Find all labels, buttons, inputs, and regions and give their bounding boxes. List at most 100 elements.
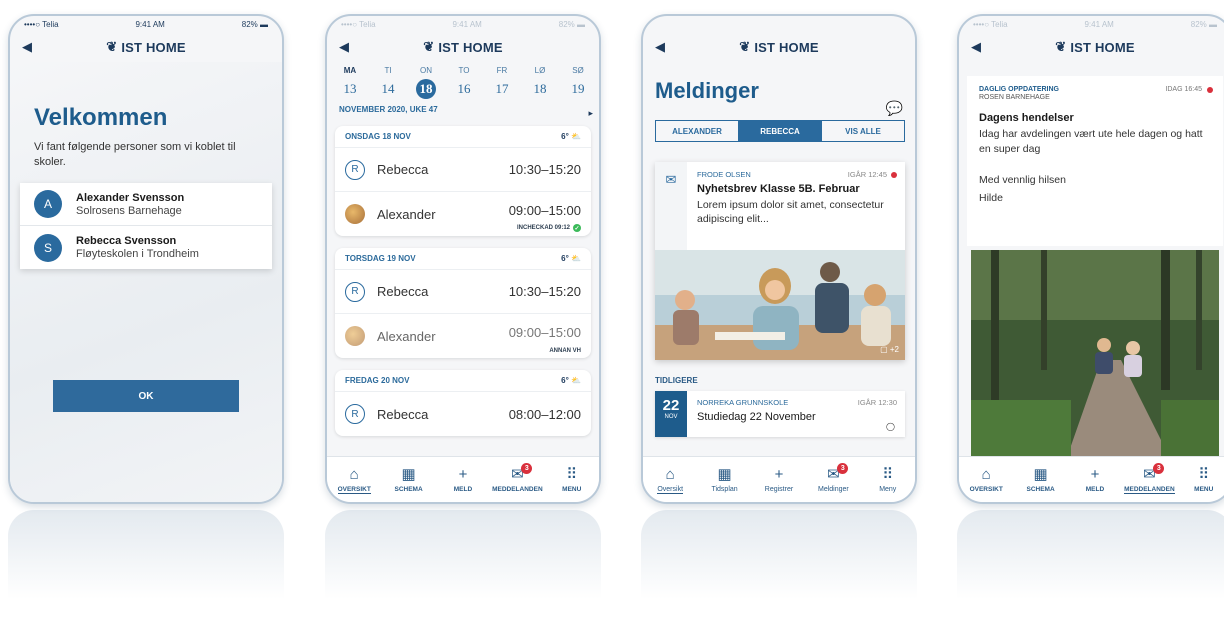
back-arrow-icon[interactable]: ◀ [655, 39, 665, 55]
tab-schedule[interactable]: ▦ SCHEMA [383, 466, 435, 493]
child-filter-segmented-control: ALEXANDER REBECCA VIS ALLE [655, 120, 905, 142]
tab-overview[interactable]: ⌂ OVERSIKT [328, 466, 380, 494]
phone-messages-screen: ◀ ❦ IST HOME Meldinger 💬 ALEXANDER REBECC… [641, 14, 917, 504]
unread-dot [891, 171, 897, 178]
message-title: Studiedag 22 November [697, 411, 816, 423]
week-day-picker: MA 13 TI 14 ON 18 TO 16 FR 17 LØ 18 SØ 19 [327, 66, 599, 99]
tab-messages[interactable]: ✉ 3 MEDDELANDEN [1123, 462, 1175, 494]
day-card-header: FREDAG 20 NOV 6° ⛅ [335, 370, 591, 392]
avatar [345, 326, 365, 346]
avatar: R [345, 404, 365, 424]
clock: 9:41 AM [452, 19, 482, 29]
time-range: 09:00–15:00 [508, 324, 581, 340]
plus-icon: + [458, 466, 468, 483]
list-item-person[interactable]: S Rebecca Svensson Fløyteskolen i Trondh… [20, 226, 272, 269]
phone-reflection [957, 510, 1224, 615]
unread-dot [1207, 86, 1213, 93]
child-name: Alexander [377, 206, 436, 222]
message-preview: Lorem ipsum dolor sit amet, consectetur … [697, 199, 884, 225]
day-card-header: ONSDAG 18 NOV 6° ⛅ [335, 126, 591, 148]
day-wednesday[interactable]: ON 18 [415, 66, 437, 99]
day-friday[interactable]: FR 17 [491, 66, 513, 99]
update-greeting: Med vennlig hilsen [979, 174, 1066, 186]
update-type: DAGLIG OPPDATERING [979, 86, 1059, 93]
schedule-entry[interactable]: R Rebecca 08:00–12:00 [335, 392, 591, 436]
tab-schedule[interactable]: ▦ SCHEMA [1015, 466, 1067, 493]
message-list-item[interactable]: 22 NOV NORREKA GRUNNSKOLE IGÅR 12:30 Stu… [655, 391, 905, 437]
person-school: Fløyteskolen i Trondheim [76, 248, 199, 260]
weather-icon: 6° ⛅ [561, 132, 581, 141]
calendar-icon: ▦ [1033, 466, 1048, 483]
filter-alexander[interactable]: ALEXANDER [656, 121, 739, 141]
tab-menu[interactable]: ⠿ MENU [1178, 466, 1224, 493]
update-title: Dagens hendelser [979, 112, 1074, 124]
back-arrow-icon[interactable]: ◀ [22, 39, 32, 55]
tab-overview[interactable]: ⌂ OVERSIKT [960, 466, 1012, 493]
app-header: ◀ ❦ IST HOME [643, 32, 915, 62]
day-saturday[interactable]: LØ 18 [529, 66, 551, 99]
phone-schedule-screen: ••••○ Telia 9:41 AM 82% ▬ ◀ ❦ IST HOME MA… [325, 14, 601, 504]
schedule-entry[interactable]: Alexander 09:00–15:00 ANNAN VH [335, 314, 591, 358]
app-logo: ❦ IST HOME [106, 39, 186, 55]
app-header: ◀ ❦ IST HOME [10, 32, 282, 62]
logo-mark-icon: ❦ [423, 39, 435, 54]
day-sunday[interactable]: SØ 19 [567, 66, 589, 99]
logo-mark-icon: ❦ [739, 39, 751, 54]
person-list: A Alexander Svensson Solrosens Barnehage… [20, 183, 272, 269]
schedule-entry[interactable]: R Rebecca 10:30–15:20 [335, 148, 591, 192]
classroom-photo [655, 250, 905, 360]
carrier: ••••○ Telia [973, 19, 1008, 29]
ok-button[interactable]: OK [53, 380, 239, 412]
welcome-body: Velkommen Vi fant følgende personer som … [10, 62, 282, 502]
plus-icon: + [774, 466, 784, 483]
message-image[interactable]: ▢ +2 [655, 250, 905, 360]
absence-note: ANNAN VH [549, 348, 581, 354]
phone-reflection [641, 510, 917, 615]
time-range: 08:00–12:00 [508, 406, 581, 422]
update-text: Idag har avdelingen vært ute hele dagen … [979, 128, 1203, 155]
update-time: IDAG 16:45 [1165, 86, 1213, 93]
phone-reflection [8, 510, 284, 615]
update-photo[interactable] [971, 250, 1219, 460]
next-week-chevron-icon[interactable]: ▸ [588, 108, 593, 119]
tab-report[interactable]: + MELD [1069, 466, 1121, 493]
list-item-person[interactable]: A Alexander Svensson Solrosens Barnehage [20, 183, 272, 226]
day-thursday[interactable]: TO 16 [453, 66, 475, 99]
day-card: FREDAG 20 NOV 6° ⛅ R Rebecca 08:00–12:00 [335, 370, 591, 436]
day-tuesday[interactable]: TI 14 [377, 66, 399, 99]
person-name: Rebecca Svensson [76, 235, 177, 247]
time-range: 10:30–15:20 [508, 162, 581, 177]
tab-schedule[interactable]: ▦ Tidsplan [699, 466, 751, 493]
status-bar: ••••○ Telia 9:41 AM 82% ▬ [10, 16, 282, 32]
app-header: ◀ ❦ IST HOME [959, 32, 1224, 62]
weather-icon: 6° ⛅ [561, 376, 581, 385]
battery: 82% ▬ [241, 19, 268, 29]
selected-day: 18 [416, 79, 436, 99]
tab-overview[interactable]: ⌂ Oversikt [644, 466, 696, 494]
back-arrow-icon[interactable]: ◀ [339, 39, 349, 55]
filter-rebecca[interactable]: REBECCA [739, 121, 822, 141]
logo-mark-icon: ❦ [1055, 39, 1067, 54]
phone-daily-update-screen: ••••○ Telia 9:41 AM 82% ▬ ◀ ❦ IST HOME DA… [957, 14, 1224, 504]
grid-icon: ⠿ [1198, 466, 1210, 483]
back-arrow-icon[interactable]: ◀ [971, 39, 981, 55]
new-message-chat-icon[interactable]: 💬 [886, 100, 903, 117]
schedule-entry[interactable]: R Rebecca 10:30–15:20 [335, 270, 591, 314]
child-name: Rebecca [377, 162, 429, 177]
schedule-entry[interactable]: Alexander 09:00–15:00 INCHECKAD 09:12 ✓ [335, 192, 591, 236]
day-monday[interactable]: MA 13 [339, 66, 361, 99]
tab-menu[interactable]: ⠿ MENU [546, 466, 598, 493]
filter-show-all[interactable]: VIS ALLE [822, 121, 904, 141]
tab-report[interactable]: + MELD [437, 466, 489, 493]
calendar-icon: ▦ [401, 466, 416, 483]
checkin-status: INCHECKAD 09:12 ✓ [516, 224, 581, 232]
message-card[interactable]: ✉ FRODE OLSEN IGÅR 12:45 Nyhetsbrev Klas… [655, 162, 905, 360]
avatar: R [345, 281, 365, 302]
tab-register[interactable]: + Registrer [753, 466, 805, 493]
tab-menu[interactable]: ⠿ Meny [862, 466, 914, 493]
app-logo: ❦ IST HOME [1055, 39, 1135, 55]
child-name: Rebecca [377, 406, 429, 422]
calendar-icon: ▦ [717, 466, 732, 483]
tab-messages[interactable]: ✉ 3 Meldinger [807, 463, 859, 493]
tab-messages[interactable]: ✉ 3 MEDDELANDEN [491, 463, 543, 493]
